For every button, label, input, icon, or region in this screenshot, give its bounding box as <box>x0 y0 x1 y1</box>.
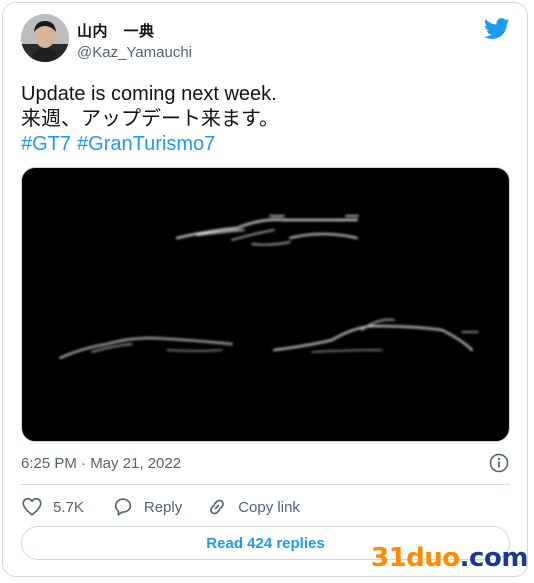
speech-bubble-icon <box>114 498 132 516</box>
heart-icon <box>22 497 42 516</box>
car-silhouettes-image <box>59 215 479 359</box>
tweet-line-english: Update is coming next week. <box>21 83 277 105</box>
divider <box>21 484 510 485</box>
copy-link-button[interactable]: Copy link <box>206 496 300 518</box>
tweet-timestamp[interactable]: 6:25 PM · May 21, 2022 <box>21 455 181 472</box>
hashtag-granturismo7[interactable]: #GranTurismo7 <box>77 133 215 155</box>
link-icon <box>210 499 225 515</box>
avatar-image <box>21 14 69 62</box>
hashtags: #GT7 #GranTurismo7 <box>21 132 279 157</box>
watermark-part2: .com <box>459 543 529 573</box>
reply-button[interactable]: Reply <box>112 496 182 518</box>
author-name[interactable]: 山内 一典 <box>77 20 155 41</box>
twitter-bird-icon[interactable] <box>483 18 510 45</box>
watermark-part1: 31duo <box>371 543 460 573</box>
author-handle[interactable]: @Kaz_Yamauchi <box>77 44 192 61</box>
hashtag-gt7[interactable]: #GT7 <box>21 133 71 155</box>
tweet-line-japanese: 来週、アップデート来ます。 <box>21 108 279 130</box>
action-bar: 5.7K Reply Copy link <box>21 495 300 519</box>
avatar[interactable] <box>21 14 69 62</box>
watermark: 31duo.com <box>371 543 528 573</box>
copy-link-label: Copy link <box>238 498 300 516</box>
info-icon[interactable] <box>488 452 510 479</box>
media-image[interactable] <box>21 167 510 442</box>
like-count: 5.7K <box>53 498 84 516</box>
reply-label: Reply <box>143 498 183 516</box>
tweet-text: Update is coming next week. 来週、アップデート来ます… <box>21 82 279 157</box>
like-button[interactable]: 5.7K <box>21 496 84 518</box>
